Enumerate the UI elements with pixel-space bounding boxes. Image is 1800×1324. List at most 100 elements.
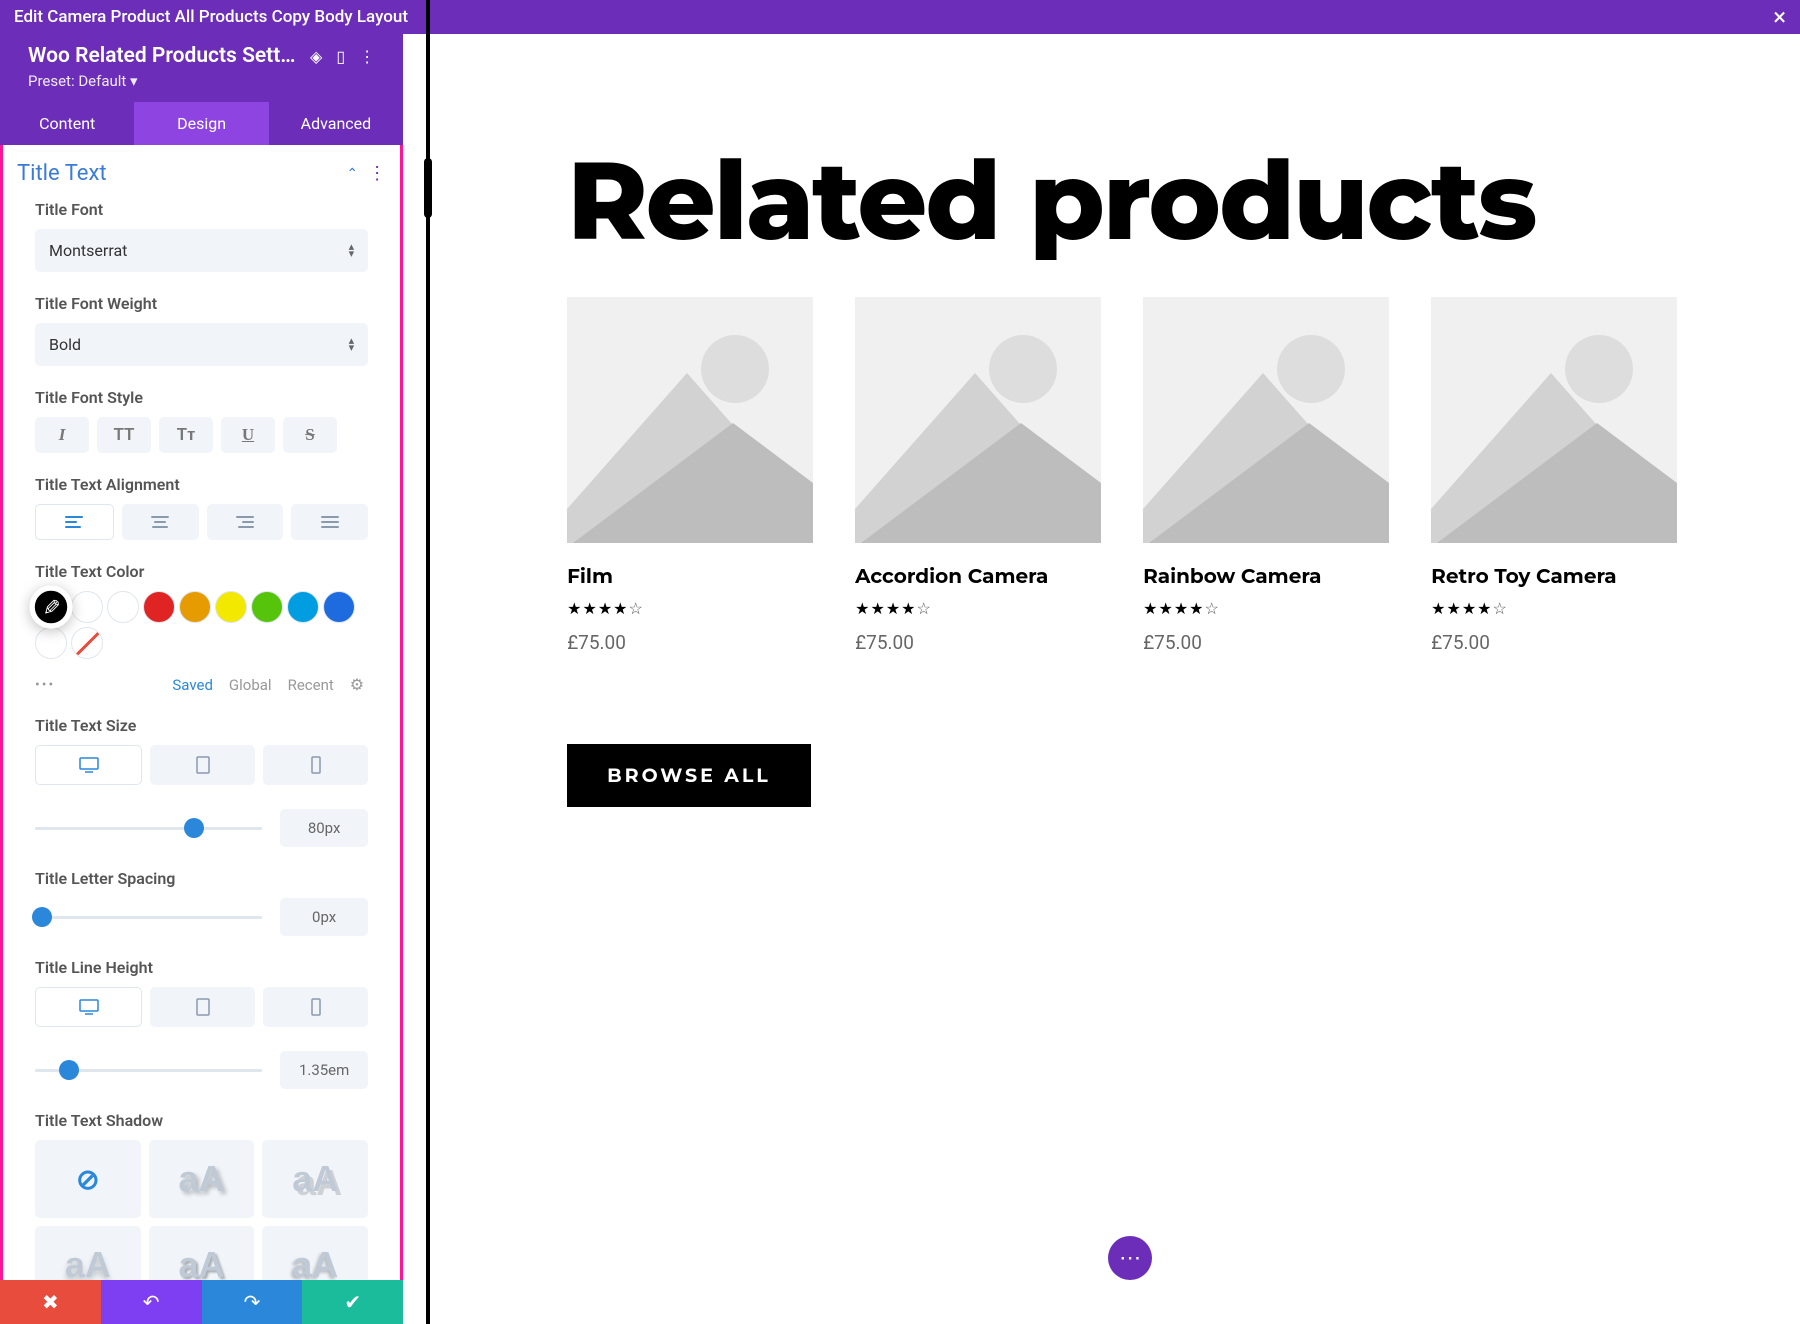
select-title-font[interactable]: Montserrat ▴▾ — [35, 229, 368, 272]
label-text-shadow: Title Text Shadow — [35, 1111, 368, 1130]
input-line-height[interactable]: 1.35em — [280, 1051, 368, 1089]
style-smallcaps[interactable]: Tᴛ — [159, 417, 213, 453]
label-title-font-weight: Title Font Weight — [35, 294, 368, 313]
input-title-size[interactable]: 80px — [280, 809, 368, 847]
style-underline[interactable]: U — [221, 417, 275, 453]
shadow-preset-3[interactable]: aA — [35, 1226, 141, 1280]
device-phone[interactable] — [263, 745, 368, 785]
color-swatch[interactable] — [35, 627, 67, 659]
label-title-size: Title Text Size — [35, 716, 368, 735]
redo-button[interactable]: ↷ — [202, 1280, 303, 1324]
chevron-up-icon[interactable]: ⌃ — [346, 166, 358, 182]
color-more-icon[interactable]: ••• — [35, 677, 55, 693]
slider-title-size[interactable] — [35, 827, 262, 830]
target-icon[interactable]: ◈ — [310, 47, 322, 66]
color-swatch[interactable] — [107, 591, 139, 623]
slider-letter-spacing[interactable] — [35, 916, 262, 919]
settings-tabs: Content Design Advanced — [0, 102, 403, 145]
product-image-placeholder — [1143, 297, 1389, 543]
product-card[interactable]: Film ★★★★☆ £75.00 — [567, 297, 813, 654]
top-bar: Edit Camera Product All Products Copy Bo… — [0, 0, 1800, 34]
product-card[interactable]: Accordion Camera ★★★★☆ £75.00 — [855, 297, 1101, 654]
tab-advanced[interactable]: Advanced — [269, 102, 403, 145]
product-image-placeholder — [567, 297, 813, 543]
align-right[interactable] — [207, 504, 284, 540]
product-card[interactable]: Retro Toy Camera ★★★★☆ £75.00 — [1431, 297, 1677, 654]
style-strikethrough[interactable]: S — [283, 417, 337, 453]
label-title-font-style: Title Font Style — [35, 388, 368, 407]
close-icon[interactable]: × — [1773, 5, 1786, 29]
shadow-preset-4[interactable]: aA — [149, 1226, 255, 1280]
undo-button[interactable]: ↶ — [101, 1280, 202, 1324]
color-swatch[interactable] — [143, 591, 175, 623]
product-price: £75.00 — [1143, 631, 1389, 654]
product-name: Rainbow Camera — [1143, 565, 1389, 589]
color-swatch[interactable] — [287, 591, 319, 623]
product-rating: ★★★★☆ — [567, 601, 813, 617]
align-left[interactable] — [35, 504, 114, 540]
kebab-icon[interactable]: ⋮ — [359, 47, 375, 66]
product-rating: ★★★★☆ — [855, 601, 1101, 617]
shadow-preset-1[interactable]: aA — [149, 1140, 255, 1218]
colortab-recent[interactable]: Recent — [288, 676, 334, 694]
product-rating: ★★★★☆ — [1143, 601, 1389, 617]
color-swatch[interactable] — [323, 591, 355, 623]
column-icon[interactable]: ▯ — [336, 47, 345, 66]
color-swatch[interactable] — [29, 585, 72, 628]
shadow-none[interactable]: ⊘ — [35, 1140, 141, 1218]
gear-icon[interactable]: ⚙ — [350, 675, 364, 694]
align-center[interactable] — [122, 504, 199, 540]
color-swatch[interactable] — [71, 591, 103, 623]
device-phone-lh[interactable] — [263, 987, 368, 1027]
label-title-alignment: Title Text Alignment — [35, 475, 368, 494]
more-icon[interactable]: ⋮ — [368, 163, 386, 184]
save-button[interactable]: ✔ — [302, 1280, 403, 1324]
input-letter-spacing[interactable]: 0px — [280, 898, 368, 936]
product-name: Film — [567, 565, 813, 589]
label-title-font: Title Font — [35, 200, 368, 219]
fab-more-icon[interactable]: ⋯ — [1108, 1236, 1152, 1280]
shadow-preset-2[interactable]: aA — [262, 1140, 368, 1218]
product-price: £75.00 — [1431, 631, 1677, 654]
device-desktop-lh[interactable] — [35, 987, 142, 1027]
related-products-heading: Related products — [567, 134, 1677, 267]
product-image-placeholder — [1431, 297, 1677, 543]
device-tablet-lh[interactable] — [150, 987, 255, 1027]
colortab-global[interactable]: Global — [229, 676, 272, 694]
device-tablet[interactable] — [150, 745, 255, 785]
slider-line-height[interactable] — [35, 1069, 262, 1072]
action-bar: ✖ ↶ ↷ ✔ — [0, 1280, 403, 1324]
product-rating: ★★★★☆ — [1431, 601, 1677, 617]
product-name: Accordion Camera — [855, 565, 1101, 589]
color-swatch[interactable] — [215, 591, 247, 623]
tab-content[interactable]: Content — [0, 102, 134, 145]
shadow-preset-5[interactable]: aA — [262, 1226, 368, 1280]
product-card[interactable]: Rainbow Camera ★★★★☆ £75.00 — [1143, 297, 1389, 654]
settings-sidebar: Woo Related Products Setti... ◈ ▯ ⋮ Pres… — [0, 34, 403, 1324]
preview-canvas: Related products Film★★★★☆£75.00Accordio… — [403, 34, 1800, 1324]
select-title-font-weight[interactable]: Bold ▴▾ — [35, 323, 368, 366]
label-letter-spacing: Title Letter Spacing — [35, 869, 368, 888]
product-image-placeholder — [855, 297, 1101, 543]
product-name: Retro Toy Camera — [1431, 565, 1677, 589]
browse-all-button[interactable]: BROWSE ALL — [567, 744, 811, 807]
preset-selector[interactable]: Preset: Default ▾ — [28, 72, 375, 90]
breadcrumb: Edit Camera Product All Products Copy Bo… — [14, 7, 408, 27]
color-swatch[interactable] — [179, 591, 211, 623]
select-arrows-icon: ▴▾ — [349, 244, 355, 257]
select-arrows-icon: ▴▾ — [349, 338, 355, 351]
device-desktop[interactable] — [35, 745, 142, 785]
style-italic[interactable]: I — [35, 417, 89, 453]
section-title-label: Title Text — [17, 161, 107, 186]
color-none[interactable] — [71, 627, 103, 659]
color-swatch[interactable] — [251, 591, 283, 623]
colortab-saved[interactable]: Saved — [172, 676, 213, 694]
cancel-button[interactable]: ✖ — [0, 1280, 101, 1324]
product-price: £75.00 — [855, 631, 1101, 654]
align-justify[interactable] — [291, 504, 368, 540]
style-uppercase[interactable]: TT — [97, 417, 151, 453]
tab-design[interactable]: Design — [134, 102, 268, 145]
module-title: Woo Related Products Setti... — [28, 44, 298, 68]
product-price: £75.00 — [567, 631, 813, 654]
section-title-text[interactable]: Title Text ⌃ ⋮ — [3, 145, 400, 200]
